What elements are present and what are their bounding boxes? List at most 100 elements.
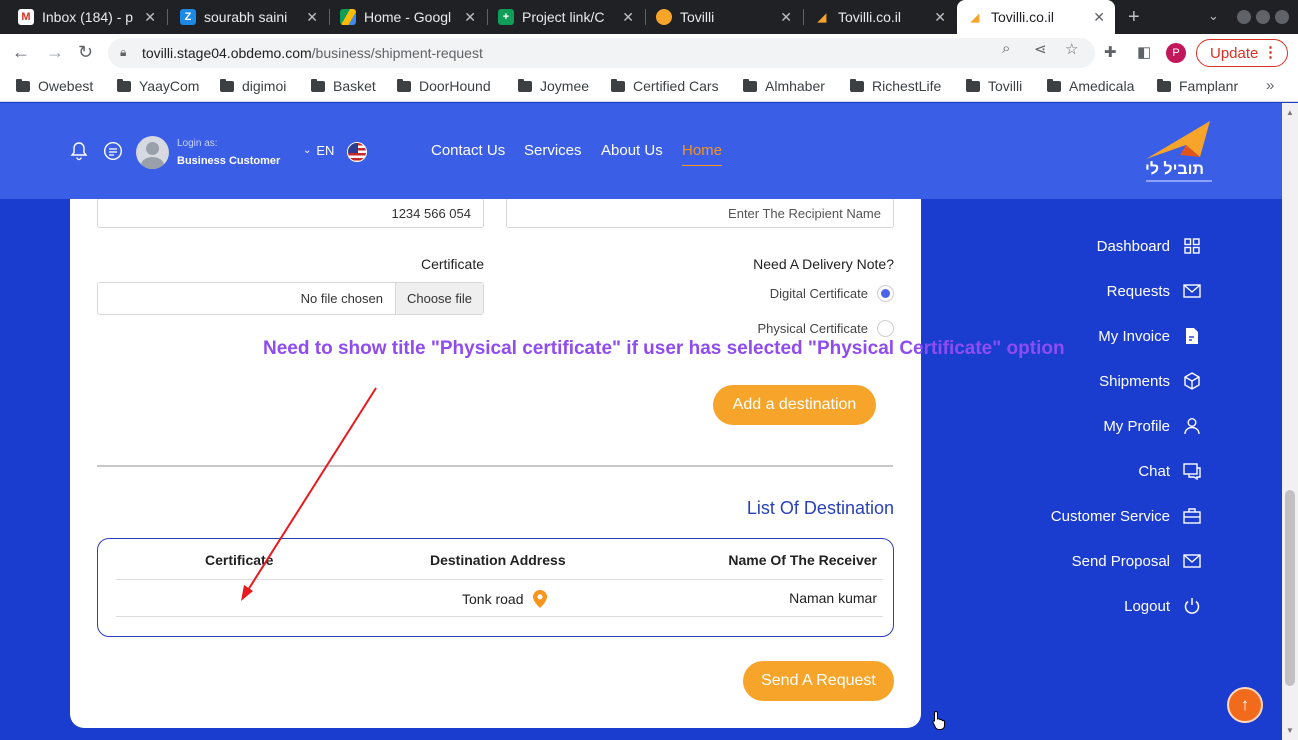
bookmark-label: Tovilli — [988, 78, 1023, 94]
google-drive-icon — [340, 9, 356, 25]
close-icon[interactable]: ✕ — [306, 9, 318, 26]
sidebar-item-logout[interactable]: Logout — [1124, 596, 1202, 616]
folder-icon — [966, 78, 980, 92]
bookmark-item[interactable]: DoorHound — [397, 78, 491, 94]
page-scrollbar[interactable]: ▲ ▼ — [1282, 103, 1298, 740]
close-icon[interactable]: ✕ — [622, 9, 634, 26]
close-window-icon[interactable] — [1275, 10, 1289, 24]
close-icon[interactable]: ✕ — [934, 9, 946, 26]
sidebar-item-customer-service[interactable]: Customer Service — [1051, 506, 1202, 526]
bell-icon[interactable] — [70, 141, 88, 161]
lock-icon[interactable]: 🔒︎ — [120, 45, 126, 60]
language-label: EN — [316, 143, 335, 158]
arrow-up-icon: ↑ — [1240, 695, 1250, 714]
update-button[interactable]: Update ⋮ — [1196, 39, 1288, 67]
radio-checked[interactable] — [877, 285, 894, 302]
sidebar-item-shipments[interactable]: Shipments — [1099, 371, 1202, 391]
tab-search-icon[interactable]: ⌄ — [1208, 8, 1219, 24]
sidebar-item-label: Shipments — [1099, 372, 1170, 390]
send-request-button[interactable]: Send A Request — [743, 661, 894, 701]
language-selector[interactable]: ⌄ EN — [303, 143, 334, 158]
bookmark-item[interactable]: Almhaber — [743, 78, 825, 94]
folder-icon — [743, 78, 757, 92]
browser-tab[interactable]: M Inbox (184) - p ✕ — [8, 0, 166, 34]
nav-services[interactable]: Services — [524, 142, 582, 159]
message-icon[interactable] — [103, 141, 123, 161]
folder-icon — [397, 78, 411, 92]
side-panel-icon[interactable]: ◧ — [1137, 43, 1151, 61]
scroll-to-top-button[interactable]: ↑ — [1227, 687, 1263, 723]
add-destination-button[interactable]: Add a destination — [713, 385, 876, 425]
recipient-name-field[interactable]: Enter The Recipient Name — [506, 198, 894, 228]
folder-icon — [1157, 78, 1171, 92]
bookmark-item[interactable]: Joymee — [518, 78, 589, 94]
bookmark-item[interactable]: Owebest — [16, 78, 93, 94]
tovilli-icon — [656, 9, 672, 25]
bookmark-item[interactable]: digimoi — [220, 78, 286, 94]
logo-text: תוביל לי — [1145, 161, 1204, 178]
radio-unchecked[interactable] — [877, 320, 894, 337]
more-menu-icon[interactable]: ⋮ — [1263, 43, 1278, 61]
tab-title: Tovilli.co.il — [838, 9, 902, 25]
profile-avatar[interactable]: P — [1166, 43, 1186, 63]
scrollbar-thumb[interactable] — [1285, 490, 1295, 686]
bookmark-item[interactable]: Tovilli — [966, 78, 1022, 94]
close-icon[interactable]: ✕ — [464, 9, 476, 26]
close-icon[interactable]: ✕ — [780, 9, 792, 26]
sidebar-item-my-invoice[interactable]: My Invoice — [1098, 326, 1202, 346]
option-label: Digital Certificate — [769, 286, 868, 301]
nav-contact-us[interactable]: Contact Us — [431, 142, 505, 159]
browser-tab-active[interactable]: ◢ Tovilli.co.il ✕ — [957, 0, 1115, 34]
sidebar-item-dashboard[interactable]: Dashboard — [1097, 236, 1202, 256]
browser-tab[interactable]: Home - Googl ✕ — [330, 0, 486, 34]
minimize-icon[interactable] — [1237, 10, 1251, 24]
bookmark-star-icon[interactable]: ☆ — [1065, 40, 1078, 58]
certificate-file-input[interactable]: No file chosen Choose file — [97, 282, 484, 315]
bookmark-item[interactable]: Basket — [311, 78, 376, 94]
browser-tab[interactable]: + Project link/C ✕ — [488, 0, 644, 34]
back-icon[interactable]: ← — [12, 42, 30, 63]
zoom-icon[interactable]: ⌕ — [1002, 40, 1010, 57]
delivery-note-label: Need A Delivery Note? — [753, 256, 894, 272]
bookmark-item[interactable]: Famplanr — [1157, 78, 1238, 94]
bookmarks-bar: Owebest YaayCom digimoi Basket DoorHound… — [0, 72, 1298, 102]
sidebar-item-requests[interactable]: Requests — [1107, 281, 1202, 301]
bookmark-item[interactable]: RichestLife — [850, 78, 941, 94]
browser-tab[interactable]: ◢ Tovilli.co.il ✕ — [804, 0, 956, 34]
digital-certificate-option[interactable]: Digital Certificate — [770, 285, 894, 302]
more-bookmarks-icon[interactable]: » — [1266, 77, 1274, 94]
maximize-icon[interactable] — [1256, 10, 1270, 24]
tab-title: Tovilli — [680, 9, 715, 25]
extensions-icon[interactable]: ✚ — [1104, 43, 1117, 61]
nav-about-us[interactable]: About Us — [601, 142, 663, 159]
sidebar-item-label: Dashboard — [1096, 237, 1170, 255]
bookmark-item[interactable]: Certified Cars — [611, 78, 719, 94]
choose-file-button[interactable]: Choose file — [395, 283, 483, 314]
browser-tab[interactable]: Z sourabh saini ✕ — [170, 0, 328, 34]
close-icon[interactable]: ✕ — [144, 9, 156, 26]
physical-certificate-option[interactable]: Physical Certificate — [757, 320, 894, 337]
sidebar-item-chat[interactable]: Chat — [1138, 461, 1202, 481]
scroll-up-icon[interactable]: ▲ — [1286, 108, 1294, 117]
tovilli-logo-icon: ◢ — [970, 11, 980, 24]
tab-title: Home - Googl — [364, 9, 452, 25]
bookmark-item[interactable]: Amedicala — [1047, 78, 1134, 94]
address-bar[interactable]: 🔒︎ tovilli.stage04.obdemo.com/business/s… — [108, 38, 1095, 68]
url-host: tovilli.stage04.obdemo.com — [142, 45, 312, 61]
forward-icon[interactable]: → — [46, 42, 64, 63]
phone-field[interactable]: 1234 566 054 — [97, 198, 484, 228]
reload-icon[interactable]: ↻ — [78, 42, 93, 63]
scroll-down-icon[interactable]: ▼ — [1286, 726, 1294, 735]
avatar[interactable] — [136, 136, 169, 169]
share-icon[interactable]: ⋖ — [1034, 40, 1047, 58]
bookmark-item[interactable]: YaayCom — [117, 78, 199, 94]
nav-home[interactable]: Home — [682, 142, 723, 166]
us-flag-icon[interactable] — [347, 142, 367, 162]
close-icon[interactable]: ✕ — [1093, 9, 1105, 26]
google-sheets-icon: + — [498, 9, 514, 25]
sidebar-item-send-proposal[interactable]: Send Proposal — [1072, 551, 1202, 571]
folder-icon — [1047, 78, 1061, 92]
sidebar-item-my-profile[interactable]: My Profile — [1103, 416, 1202, 436]
browser-tab[interactable]: Tovilli ✕ — [646, 0, 802, 34]
new-tab-icon[interactable]: + — [1128, 6, 1140, 29]
